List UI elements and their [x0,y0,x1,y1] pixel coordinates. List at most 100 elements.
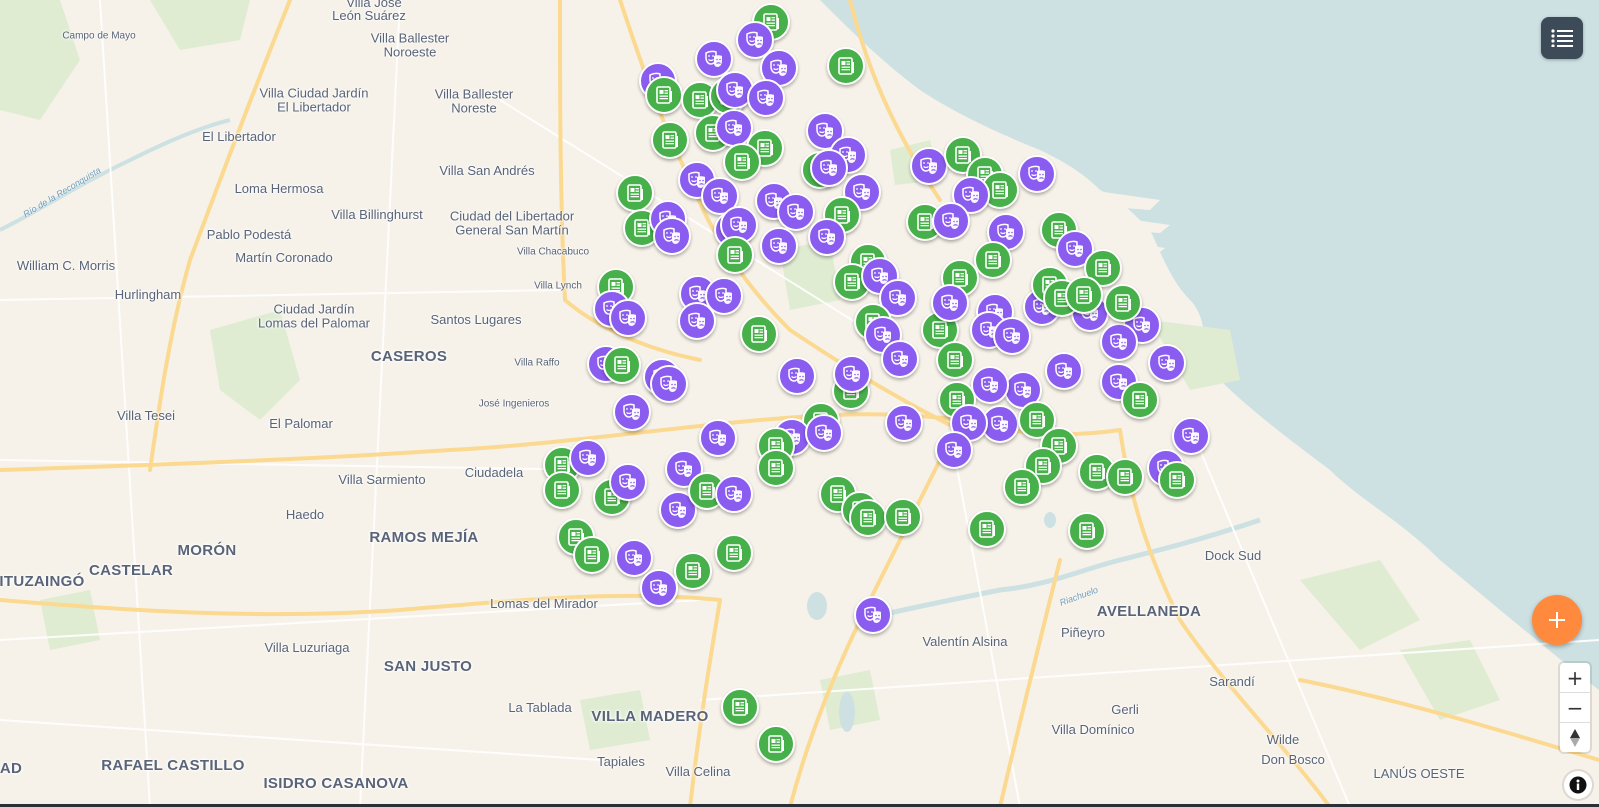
news-marker[interactable] [721,688,759,726]
theater-marker[interactable] [715,475,753,513]
news-marker[interactable] [757,449,795,487]
newspaper-icon [860,509,876,527]
newspaper-icon [734,153,750,171]
compass-button[interactable] [1560,723,1590,752]
theater-marker[interactable] [615,539,653,577]
news-marker[interactable] [849,499,887,537]
theater-marker[interactable] [678,302,716,340]
news-marker[interactable] [715,534,753,572]
theater-marker[interactable] [910,147,948,185]
news-marker[interactable] [968,510,1006,548]
news-marker[interactable] [603,346,641,384]
theater-marker[interactable] [881,340,919,378]
theater-masks-icon [853,183,870,200]
theater-marker[interactable] [650,365,688,403]
theater-masks-icon [726,81,743,98]
zoom-out-button[interactable]: − [1560,693,1590,723]
news-marker[interactable] [740,315,778,353]
news-marker[interactable] [674,552,712,590]
theater-masks-icon [889,289,906,306]
theater-masks-icon [746,31,763,48]
map-canvas[interactable]: Villa José León Suárez Campo de Mayo Vil… [0,0,1599,807]
theater-marker[interactable] [932,202,970,240]
news-marker[interactable] [1104,284,1142,322]
news-marker[interactable] [1158,461,1196,499]
theater-marker[interactable] [760,227,798,265]
theater-masks-icon [688,312,705,329]
news-marker[interactable] [757,725,795,763]
news-marker[interactable] [884,498,922,536]
plus-icon [1549,612,1565,628]
newspaper-icon [992,181,1008,199]
newspaper-icon [751,325,767,343]
theater-marker[interactable] [640,569,678,607]
theater-marker[interactable] [699,419,737,457]
theater-marker[interactable] [1100,323,1138,361]
list-menu-button[interactable] [1541,17,1583,59]
theater-marker[interactable] [1172,417,1210,455]
theater-marker[interactable] [777,193,815,231]
newspaper-icon [1076,286,1092,304]
theater-masks-icon [730,216,747,233]
news-marker[interactable] [651,121,689,159]
theater-marker[interactable] [569,439,607,477]
theater-marker[interactable] [653,217,691,255]
news-marker[interactable] [1068,512,1106,550]
theater-marker[interactable] [613,393,651,431]
news-marker[interactable] [723,143,761,181]
theater-marker[interactable] [808,218,846,256]
attribution-button[interactable] [1564,771,1592,799]
theater-marker[interactable] [993,317,1031,355]
theater-marker[interactable] [935,431,973,469]
newspaper-icon [726,544,742,562]
theater-masks-icon [725,119,742,136]
theater-masks-icon [788,367,805,384]
news-marker[interactable] [543,471,581,509]
theater-marker[interactable] [885,404,923,442]
theater-marker[interactable] [609,299,647,337]
newspaper-icon [614,356,630,374]
theater-marker[interactable] [854,596,892,634]
theater-masks-icon [711,187,728,204]
news-marker[interactable] [974,241,1012,279]
news-marker[interactable] [1121,381,1159,419]
theater-masks-icon [981,376,998,393]
theater-masks-icon [619,473,636,490]
news-marker[interactable] [827,47,865,85]
theater-masks-icon [579,449,596,466]
theater-marker[interactable] [1045,352,1083,390]
theater-marker[interactable] [810,149,848,187]
theater-marker[interactable] [805,414,843,452]
newspaper-icon [1095,259,1111,277]
theater-masks-icon [962,186,979,203]
theater-masks-icon [945,441,962,458]
theater-masks-icon [1182,427,1199,444]
newspaper-icon [1089,463,1105,481]
theater-marker[interactable] [747,79,785,117]
theater-marker[interactable] [1018,155,1056,193]
news-marker[interactable] [1003,468,1041,506]
theater-masks-icon [675,460,692,477]
theater-masks-icon [991,415,1008,432]
add-button[interactable] [1532,595,1582,645]
theater-marker[interactable] [778,357,816,395]
news-marker[interactable] [1065,276,1103,314]
newspaper-icon [1014,478,1030,496]
theater-marker[interactable] [971,366,1009,404]
theater-marker[interactable] [609,463,647,501]
theater-masks-icon [843,365,860,382]
newspaper-icon [584,546,600,564]
news-marker[interactable] [936,341,974,379]
zoom-in-button[interactable]: + [1560,663,1590,693]
theater-marker[interactable] [931,284,969,322]
news-marker[interactable] [616,174,654,212]
theater-marker[interactable] [1148,344,1186,382]
newspaper-icon [947,351,963,369]
theater-marker[interactable] [833,355,871,393]
theater-masks-icon [770,59,787,76]
news-marker[interactable] [716,236,754,274]
news-marker[interactable] [1106,458,1144,496]
news-marker[interactable] [645,76,683,114]
news-marker[interactable] [573,536,611,574]
newspaper-icon [985,251,1001,269]
